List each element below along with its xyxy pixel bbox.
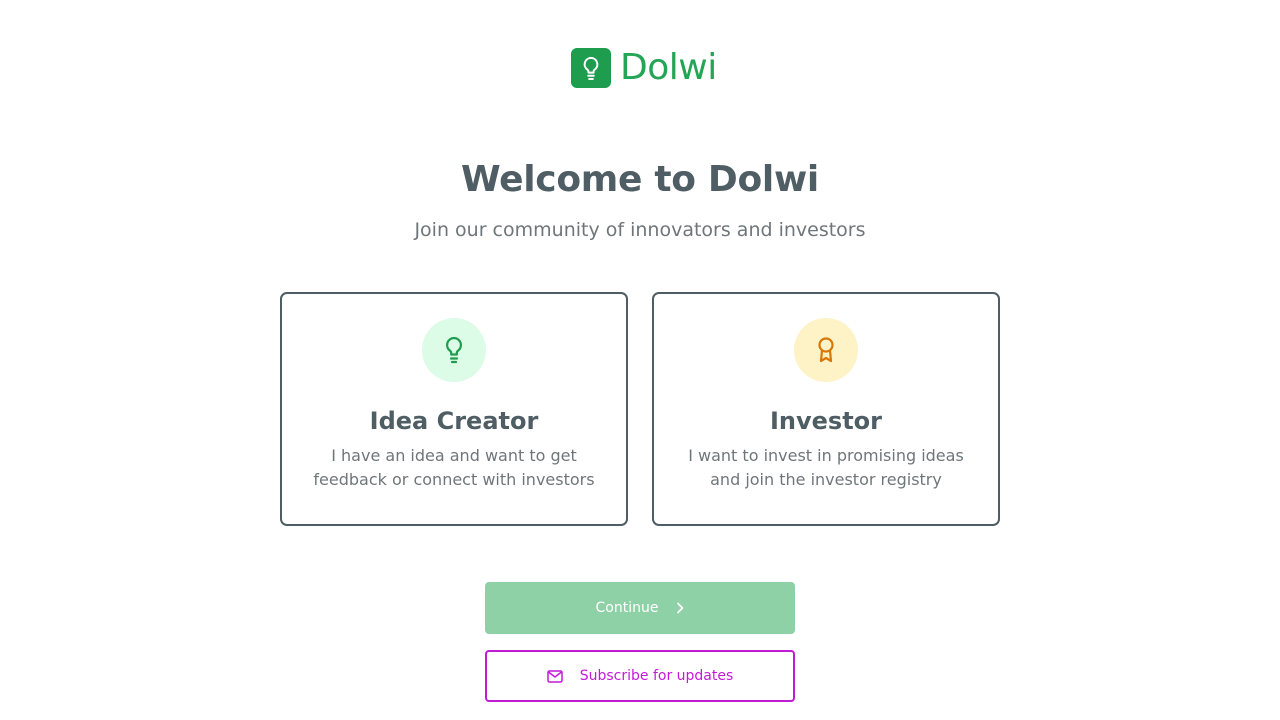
brand-logo: Dolwi <box>571 48 717 88</box>
subscribe-label: Subscribe for updates <box>579 668 734 684</box>
role-title: Investor <box>769 407 883 435</box>
role-icon-circle <box>794 318 858 382</box>
continue-button[interactable]: Continue <box>485 582 795 634</box>
role-description: I want to invest in promising ideas and … <box>688 446 964 489</box>
mail-icon <box>546 669 563 683</box>
page-title: Welcome to Dolwi <box>461 159 819 200</box>
subscribe-button[interactable]: Subscribe for updates <box>485 650 795 702</box>
chevron-right-icon <box>676 602 684 614</box>
logo-badge <box>571 48 611 88</box>
welcome-page: Dolwi Welcome to Dolwi Join our communit… <box>0 0 1280 720</box>
continue-label: Continue <box>595 600 659 616</box>
role-icon-circle <box>422 318 486 382</box>
award-icon <box>818 337 834 363</box>
page-subtitle: Join our community of innovators and inv… <box>414 219 866 241</box>
role-description: I have an idea and want to get feedback … <box>313 446 595 489</box>
role-card-idea-creator[interactable]: Idea Creator I have an idea and want to … <box>280 292 628 526</box>
brand-name: Dolwi <box>620 47 717 88</box>
role-title: Idea Creator <box>369 407 539 435</box>
role-card-investor[interactable]: Investor I want to invest in promising i… <box>652 292 1000 526</box>
lightbulb-icon <box>445 336 463 364</box>
lightbulb-icon <box>583 56 599 81</box>
